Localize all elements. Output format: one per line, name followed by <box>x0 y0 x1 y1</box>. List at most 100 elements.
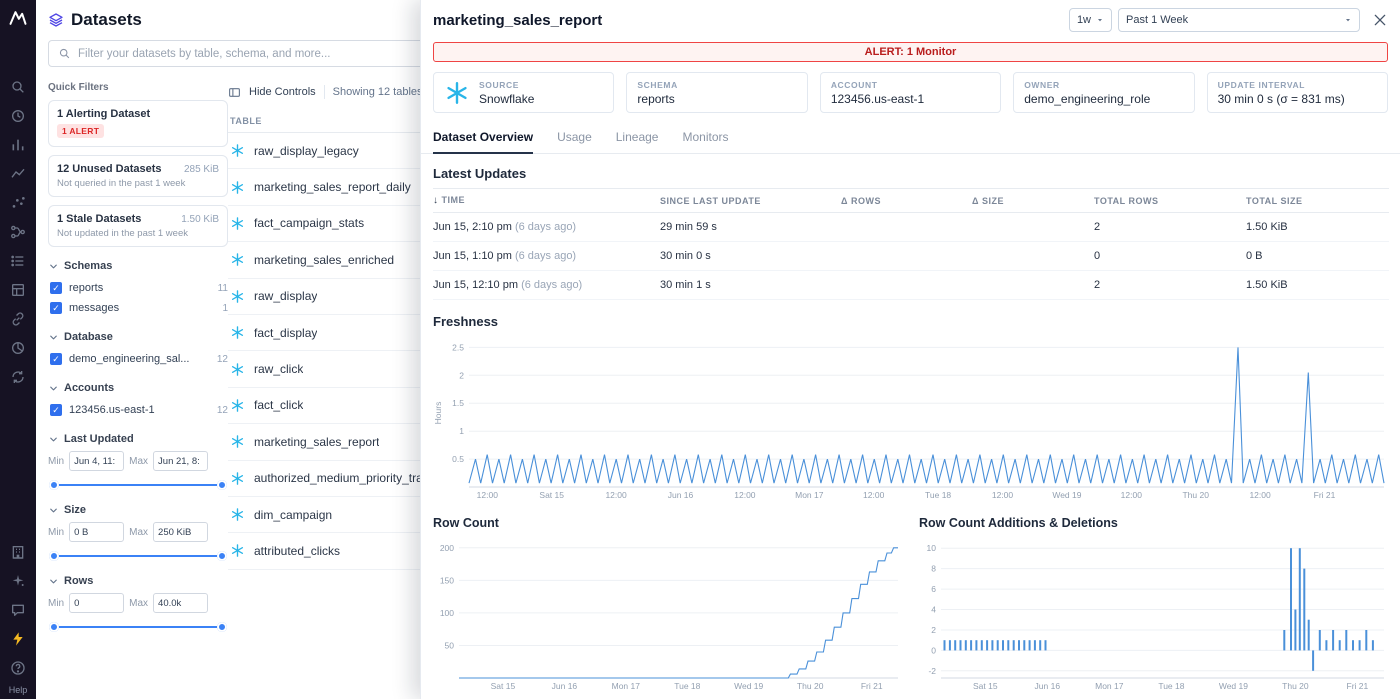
freshness-chart: 0.511.522.512:00Sat 1512:00Jun 1612:00Mo… <box>433 331 1389 501</box>
sync-icon[interactable] <box>10 369 26 385</box>
svg-text:1: 1 <box>459 426 464 436</box>
snowflake-icon <box>230 289 245 304</box>
column-since-last-update[interactable]: SINCE LAST UPDATE <box>660 189 841 213</box>
slider-handle-max[interactable] <box>217 480 227 490</box>
list-icon[interactable] <box>10 253 26 269</box>
column-delta-size[interactable]: Δ SIZE <box>972 189 1094 213</box>
dataset-name: fact_display <box>254 326 317 340</box>
close-icon[interactable] <box>1372 12 1388 28</box>
history-icon[interactable] <box>10 108 26 124</box>
stale-datasets-filter[interactable]: 1 Stale Datasets 1.50 KiB Not updated in… <box>48 205 228 247</box>
app-logo-icon[interactable] <box>8 8 28 28</box>
unused-datasets-filter[interactable]: 12 Unused Datasets 285 KiB Not queried i… <box>48 155 228 197</box>
snowflake-icon <box>230 216 245 231</box>
checkbox-checked-icon[interactable] <box>50 282 62 294</box>
rows-max-input[interactable] <box>153 593 208 613</box>
scatter-plot-icon[interactable] <box>10 195 26 211</box>
hide-controls-button[interactable]: Hide Controls <box>249 86 316 98</box>
chat-icon[interactable] <box>10 602 26 618</box>
snowflake-icon <box>230 252 245 267</box>
schemas-section-header[interactable]: Schemas <box>48 260 228 272</box>
account-filter-item[interactable]: 123456.us-east-1 12 <box>48 400 228 420</box>
row-count-block: Row Count 50100150200Sat 15Jun 16Mon 17T… <box>433 506 903 697</box>
rows-section-header[interactable]: Rows <box>48 575 228 587</box>
alert-monitor-banner[interactable]: ALERT: 1 Monitor <box>433 42 1388 62</box>
snowflake-icon <box>230 325 245 340</box>
tab-lineage[interactable]: Lineage <box>616 123 659 153</box>
showing-count-label: Showing 12 tables <box>333 86 423 98</box>
checkbox-checked-icon[interactable] <box>50 404 62 416</box>
bar-chart-icon[interactable] <box>10 137 26 153</box>
organization-icon[interactable] <box>10 544 26 560</box>
slider-handle-min[interactable] <box>49 622 59 632</box>
time-range-select[interactable]: Past 1 Week <box>1118 8 1360 32</box>
update-interval-card: UPDATE INTERVAL 30 min 0 s (σ = 831 ms) <box>1207 72 1388 113</box>
lineage-icon[interactable] <box>10 224 26 240</box>
total-size-cell: 1.50 KiB <box>1246 271 1389 300</box>
dataset-name: dim_campaign <box>254 508 332 522</box>
last-updated-section-header[interactable]: Last Updated <box>48 433 228 445</box>
size-min-input[interactable] <box>69 522 124 542</box>
row-count-changes-block: Row Count Additions & Deletions -2024681… <box>919 506 1389 697</box>
slider-handle-min[interactable] <box>49 551 59 561</box>
delta-size-cell <box>972 271 1094 300</box>
left-rail: Help <box>0 0 36 699</box>
dataset-name: raw_display_legacy <box>254 144 359 158</box>
svg-text:12:00: 12:00 <box>1249 490 1271 500</box>
help-label[interactable]: Help <box>9 685 28 695</box>
database-filter-item[interactable]: demo_engineering_sal... 12 <box>48 349 228 369</box>
svg-text:4: 4 <box>931 605 936 615</box>
chevron-down-icon <box>48 332 59 343</box>
total-rows-cell: 2 <box>1094 271 1246 300</box>
sparkle-icon[interactable] <box>10 573 26 589</box>
info-cards: SOURCE Snowflake SCHEMA reports ACCOUNT … <box>433 72 1388 113</box>
snowflake-icon <box>444 80 470 106</box>
pie-chart-icon[interactable] <box>10 340 26 356</box>
usage-bolt-icon[interactable] <box>10 631 26 647</box>
rows-min-input[interactable] <box>69 593 124 613</box>
size-section-header[interactable]: Size <box>48 504 228 516</box>
account-card: ACCOUNT 123456.us-east-1 <box>820 72 1001 113</box>
schema-filter-reports[interactable]: reports 11 <box>48 278 228 298</box>
tab-usage[interactable]: Usage <box>557 123 592 153</box>
time-range-short-select[interactable]: 1w <box>1069 8 1112 32</box>
last-updated-min-input[interactable] <box>69 451 124 471</box>
svg-text:12:00: 12:00 <box>605 490 627 500</box>
rows-range-slider <box>51 621 225 633</box>
tab-monitors[interactable]: Monitors <box>682 123 728 153</box>
chevron-down-icon <box>48 576 59 587</box>
search-icon[interactable] <box>10 79 26 95</box>
checkbox-checked-icon[interactable] <box>50 353 62 365</box>
size-max-input[interactable] <box>153 522 208 542</box>
link-icon[interactable] <box>10 311 26 327</box>
svg-text:Fri 21: Fri 21 <box>1314 490 1336 500</box>
column-total-size[interactable]: TOTAL SIZE <box>1246 189 1389 213</box>
slider-handle-max[interactable] <box>217 622 227 632</box>
column-delta-rows[interactable]: Δ ROWS <box>841 189 972 213</box>
tab-dataset-overview[interactable]: Dataset Overview <box>433 123 533 154</box>
delta-size-cell <box>972 213 1094 242</box>
filter-section-database: Database demo_engineering_sal... 12 <box>48 331 228 369</box>
help-circle-icon[interactable] <box>10 660 26 676</box>
time-cell: Jun 15, 1:10 pm (6 days ago) <box>433 242 660 271</box>
slider-handle-max[interactable] <box>217 551 227 561</box>
accounts-section-header[interactable]: Accounts <box>48 382 228 394</box>
column-time[interactable]: ↓TIME <box>433 189 660 213</box>
svg-text:Fri 21: Fri 21 <box>861 681 883 691</box>
slider-handle-min[interactable] <box>49 480 59 490</box>
line-chart-icon[interactable] <box>10 166 26 182</box>
schema-filter-messages[interactable]: messages 1 <box>48 298 228 318</box>
dataset-name: raw_display <box>254 289 317 303</box>
alerting-datasets-filter[interactable]: 1 Alerting Dataset 1 ALERT <box>48 100 228 147</box>
filter-section-last-updated: Last Updated Min Max <box>48 433 228 491</box>
since-cell: 30 min 1 s <box>660 271 841 300</box>
dataset-name: marketing_sales_report_daily <box>254 180 411 194</box>
last-updated-max-input[interactable] <box>153 451 208 471</box>
catalog-icon[interactable] <box>10 282 26 298</box>
svg-text:Tue 18: Tue 18 <box>1158 681 1184 691</box>
filter-section-accounts: Accounts 123456.us-east-1 12 <box>48 382 228 420</box>
database-section-header[interactable]: Database <box>48 331 228 343</box>
column-total-rows[interactable]: TOTAL ROWS <box>1094 189 1246 213</box>
checkbox-checked-icon[interactable] <box>50 302 62 314</box>
dataset-name: fact_click <box>254 398 303 412</box>
